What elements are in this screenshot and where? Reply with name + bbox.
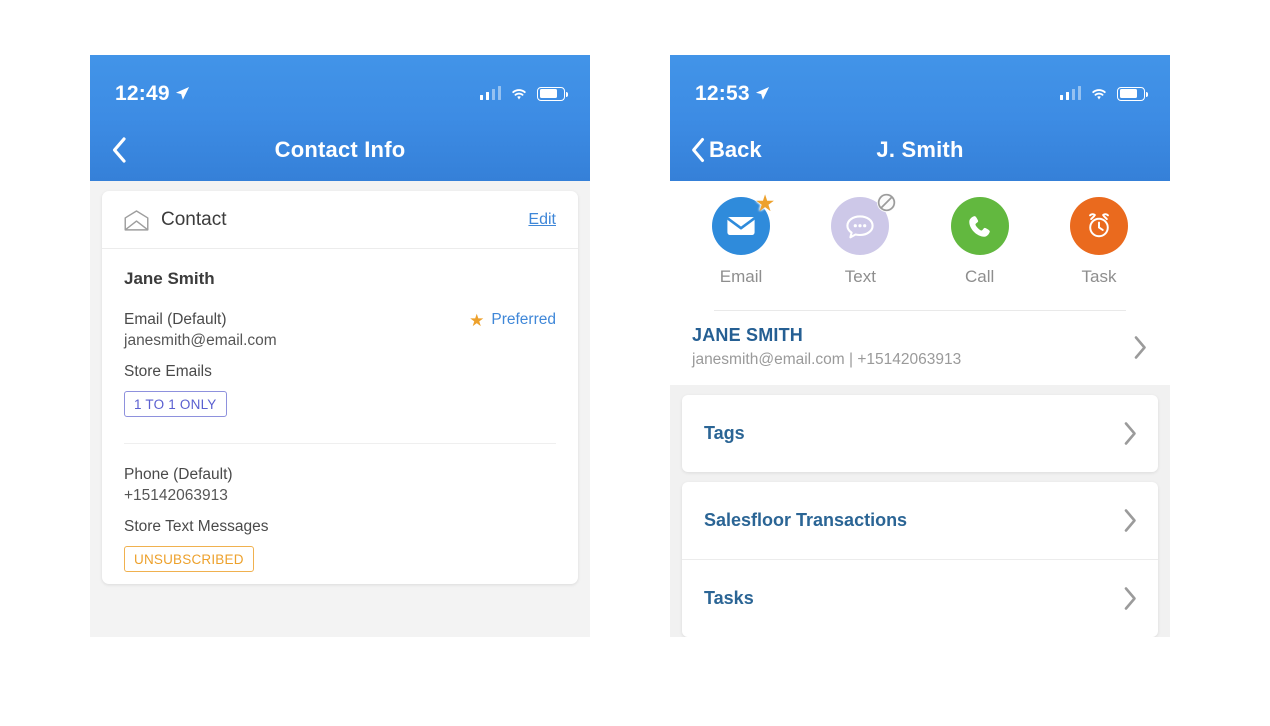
list-item-label: Tags (704, 423, 745, 443)
email-label-row: Email (Default) ★ Preferred (124, 311, 556, 329)
contact-person-name: Jane Smith (124, 269, 215, 288)
cellular-signal-icon (1059, 86, 1081, 100)
action-text-circle (831, 192, 896, 255)
status-bar: 12:49 (90, 55, 590, 118)
list-item-label: Salesfloor Transactions (704, 510, 908, 530)
chevron-right-icon (1134, 335, 1146, 359)
contact-card-header: Contact Edit (102, 191, 578, 249)
alarm-clock-icon (1089, 213, 1109, 238)
envelope-icon (727, 217, 755, 235)
envelope-open-icon (124, 209, 149, 231)
location-arrow-icon (755, 86, 769, 100)
action-email-badge: ★ (754, 189, 776, 216)
contact-info-body: Contact Edit Jane Smith Email (Default) … (90, 181, 590, 637)
phone-screen-contact-info: 12:49 Contact Info Contact Edit Jane Smi… (90, 55, 590, 637)
email-field-block: Email (Default) ★ Preferred janesmith@em… (124, 311, 556, 417)
store-text-messages-badge: UNSUBSCRIBED (124, 546, 254, 572)
contact-summary-subtitle: janesmith@email.com | +15142063913 (692, 351, 962, 368)
preferred-label: Preferred (491, 311, 556, 328)
action-call-circle (950, 197, 1009, 255)
location-arrow-icon (175, 86, 189, 100)
nav-bar: Contact Info (90, 118, 590, 181)
action-email-circle: ★ (712, 191, 775, 255)
list-item-label: Tasks (704, 588, 754, 608)
list-item-tasks[interactable]: Tasks (682, 559, 1158, 637)
action-task-circle (1069, 197, 1128, 255)
list-item-tags[interactable]: Tags (682, 395, 1158, 472)
phone-handset-icon (969, 215, 990, 237)
action-task-label: Task (1081, 267, 1117, 286)
battery-icon (537, 86, 569, 101)
action-text[interactable]: Text (817, 192, 903, 287)
action-text-label: Text (844, 267, 876, 286)
quick-actions-panel: ★ Email Text Call Task (670, 181, 1170, 311)
edit-button[interactable]: Edit (528, 211, 556, 229)
blocked-icon (876, 192, 896, 212)
email-label: Email (Default) (124, 311, 227, 328)
section-divider (124, 443, 556, 444)
chevron-right-icon (1124, 509, 1136, 532)
store-text-messages-label: Store Text Messages (124, 518, 269, 535)
action-call[interactable]: Call (937, 197, 1023, 287)
status-bar-indicators (1059, 86, 1149, 101)
section-card-transactions-tasks: Salesfloor Transactions Tasks (682, 482, 1158, 637)
nav-bar: Back J. Smith (670, 118, 1170, 181)
status-bar-clock: 12:53 (695, 82, 770, 106)
contact-summary-text: JANE SMITH janesmith@email.com | +151420… (692, 325, 961, 369)
action-call-label: Call (965, 267, 995, 286)
chevron-right-icon (1124, 587, 1136, 610)
chevron-left-icon (692, 137, 704, 162)
contact-detail-body: ★ Email Text Call Task JANE SMITH janesm… (670, 181, 1170, 637)
status-bar-clock: 12:49 (115, 82, 190, 106)
wifi-icon (1092, 88, 1106, 99)
contact-summary-row[interactable]: JANE SMITH janesmith@email.com | +151420… (670, 311, 1170, 385)
contact-card: Contact Edit Jane Smith Email (Default) … (102, 191, 578, 584)
section-card-tags: Tags (682, 395, 1158, 472)
email-value: janesmith@email.com (124, 332, 277, 349)
quick-actions-row: ★ Email Text Call Task (692, 191, 1148, 287)
store-emails-label: Store Emails (124, 363, 212, 380)
clock-time: 12:53 (695, 81, 750, 105)
back-button-label: Back (709, 136, 762, 162)
clock-time: 12:49 (115, 81, 170, 105)
phone-label: Phone (Default) (124, 466, 233, 483)
page-title: Contact Info (274, 136, 406, 162)
star-icon: ★ (469, 310, 485, 330)
chevron-left-icon (112, 136, 126, 163)
action-email-label: Email (719, 267, 763, 286)
wifi-icon (512, 88, 526, 99)
phone-value: +15142063913 (124, 487, 228, 504)
phone-field-block: Phone (Default) +15142063913 Store Text … (124, 466, 556, 572)
contact-card-header-left: Contact (124, 209, 226, 231)
cellular-signal-icon (479, 86, 501, 100)
screenshot-stage: 12:49 Contact Info Contact Edit Jane Smi… (0, 0, 1270, 726)
chevron-right-icon (1124, 422, 1136, 445)
action-email[interactable]: ★ Email (698, 191, 784, 287)
action-text-badge (875, 191, 897, 213)
contact-card-body: Jane Smith Email (Default) ★ Preferred j… (102, 249, 578, 584)
star-icon: ★ (754, 189, 776, 216)
store-emails-badge: 1 TO 1 ONLY (124, 391, 227, 417)
battery-icon (1117, 86, 1149, 101)
action-task[interactable]: Task (1056, 197, 1142, 287)
back-button[interactable]: Back (690, 137, 762, 163)
contact-summary-name: JANE SMITH (692, 325, 804, 345)
preferred-badge: ★ Preferred (469, 311, 556, 329)
back-button[interactable] (110, 136, 131, 164)
contact-card-title: Contact (161, 209, 227, 230)
chat-bubble-icon (846, 214, 874, 238)
phone-screen-contact-detail: 12:53 Back J. Smith ★ Email Text Call Ta… (670, 55, 1170, 637)
status-bar: 12:53 (670, 55, 1170, 118)
list-item-salesfloor-transactions[interactable]: Salesfloor Transactions (682, 482, 1158, 559)
status-bar-indicators (479, 86, 569, 101)
